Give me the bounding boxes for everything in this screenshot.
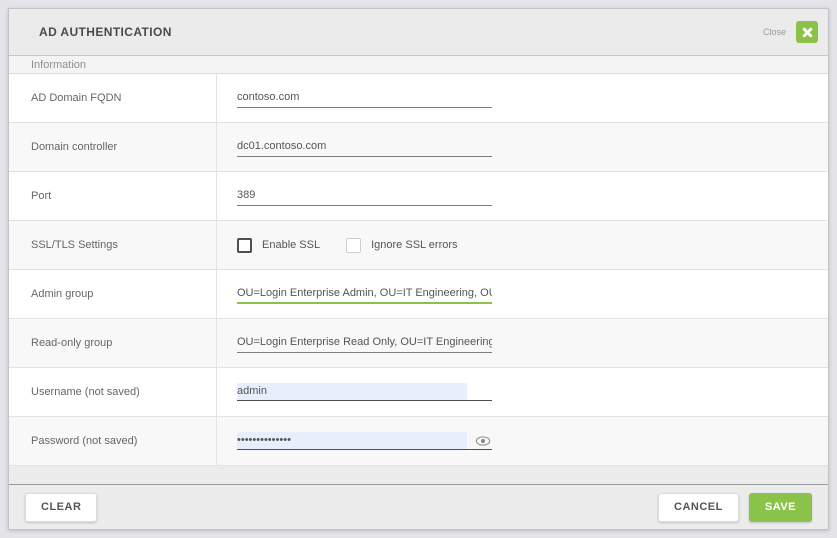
checkbox-label-ignore-ssl-errors: Ignore SSL errors (371, 239, 457, 251)
close-button[interactable] (796, 21, 818, 43)
field-label-username-not-saved: Username (not saved) (9, 368, 217, 416)
form-row-ad-domain-fqdn: AD Domain FQDN (9, 74, 828, 123)
dialog-header: AD AUTHENTICATION Close (9, 9, 828, 56)
form-row-read-only-group: Read-only group (9, 319, 828, 368)
port-input[interactable] (237, 187, 492, 206)
field-label-read-only-group: Read-only group (9, 319, 217, 367)
close-x-icon (801, 26, 814, 39)
field-label-ad-domain-fqdn: AD Domain FQDN (9, 74, 217, 122)
form-row-password-not-saved: Password (not saved) (9, 417, 828, 466)
checkbox-group-ignore-ssl-errors: Ignore SSL errors (346, 238, 457, 253)
information-section-bar: Information (9, 56, 828, 74)
field-area-password-not-saved (217, 417, 828, 465)
cancel-button[interactable]: CANCEL (658, 493, 739, 522)
ad-authentication-dialog: AD AUTHENTICATION Close Information AD D… (8, 8, 829, 530)
close-label: Close (763, 27, 786, 37)
field-label-port: Port (9, 172, 217, 220)
field-area-ssl-tls-settings: Enable SSL Ignore SSL errors (217, 221, 828, 269)
section-title: Information (31, 59, 86, 71)
field-label-ssl-tls-settings: SSL/TLS Settings (9, 221, 217, 269)
checkbox-ignore-ssl-errors (346, 238, 361, 253)
dialog-footer: CLEAR CANCEL SAVE (9, 484, 828, 529)
body-filler (9, 466, 828, 484)
reveal-password-eye-icon[interactable] (475, 435, 491, 449)
form-row-port: Port (9, 172, 828, 221)
field-area-ad-domain-fqdn (217, 74, 828, 122)
clear-button[interactable]: CLEAR (25, 493, 97, 522)
field-label-admin-group: Admin group (9, 270, 217, 318)
checkbox-group-enable-ssl: Enable SSL (237, 238, 320, 253)
ad-domain-fqdn-input[interactable] (237, 89, 492, 108)
field-area-admin-group (217, 270, 828, 318)
form-row-domain-controller: Domain controller (9, 123, 828, 172)
username-not-saved-input[interactable] (237, 383, 467, 400)
read-only-group-input[interactable] (237, 334, 492, 353)
password-not-saved-input[interactable] (237, 432, 467, 449)
save-button[interactable]: SAVE (749, 493, 812, 522)
field-label-password-not-saved: Password (not saved) (9, 417, 217, 465)
form-row-admin-group: Admin group (9, 270, 828, 319)
form-row-ssl-tls-settings: SSL/TLS Settings Enable SSL Ignore SSL err… (9, 221, 828, 270)
form-rows: AD Domain FQDNDomain controllerPortSSL/T… (9, 74, 828, 466)
dialog-title: AD AUTHENTICATION (39, 25, 172, 39)
field-label-domain-controller: Domain controller (9, 123, 217, 171)
form-row-username-not-saved: Username (not saved) (9, 368, 828, 417)
field-area-username-not-saved (217, 368, 828, 416)
field-area-read-only-group (217, 319, 828, 367)
checkbox-enable-ssl[interactable] (237, 238, 252, 253)
field-area-port (217, 172, 828, 220)
admin-group-input[interactable] (237, 285, 492, 304)
password-not-saved-input-wrap (237, 432, 492, 450)
username-not-saved-input-wrap (237, 383, 492, 401)
field-area-domain-controller (217, 123, 828, 171)
checkbox-label-enable-ssl: Enable SSL (262, 239, 320, 251)
domain-controller-input[interactable] (237, 138, 492, 157)
